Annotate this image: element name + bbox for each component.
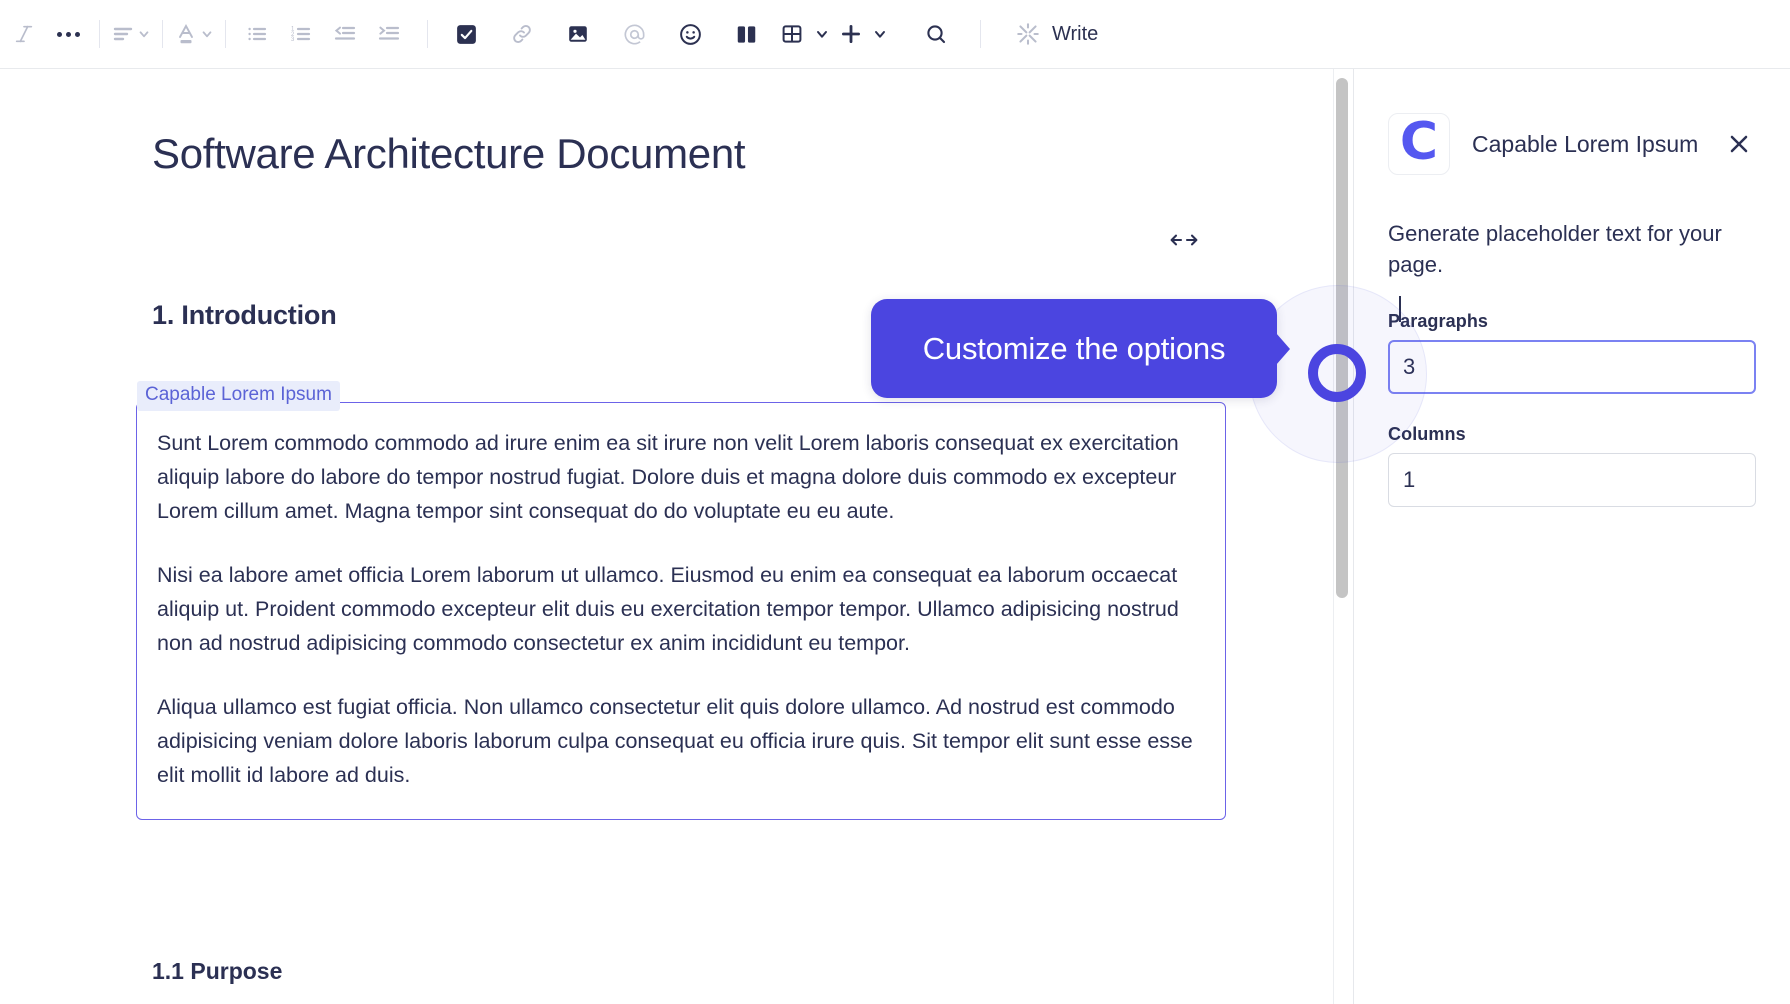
toolbar-divider: [980, 20, 981, 48]
coach-mark-target-ring: [1308, 344, 1366, 402]
text-style-icon[interactable]: [2, 12, 46, 56]
columns-input[interactable]: [1388, 453, 1756, 507]
close-icon[interactable]: [1722, 127, 1756, 161]
toolbar-group-text: [2, 12, 90, 56]
numbered-list-icon[interactable]: 1 2 3: [279, 12, 323, 56]
paragraphs-input[interactable]: [1388, 340, 1756, 394]
panel-description: Generate placeholder text for your page.: [1388, 219, 1756, 281]
toolbar-divider: [427, 20, 428, 48]
resize-horizontal-icon[interactable]: [1169, 230, 1199, 255]
mention-icon[interactable]: [612, 12, 656, 56]
toolbar-group-insert: [444, 12, 958, 56]
chevron-down-icon: [200, 27, 214, 41]
toolbar-divider: [99, 20, 100, 48]
more-options-icon[interactable]: [46, 12, 90, 56]
image-icon[interactable]: [556, 12, 600, 56]
toolbar-group-color: [172, 12, 216, 56]
chevron-down-icon: [814, 26, 830, 42]
paragraphs-field-group: Paragraphs: [1388, 311, 1756, 394]
svg-text:3: 3: [291, 37, 295, 43]
link-icon[interactable]: [500, 12, 544, 56]
embed-paragraph: Nisi ea labore amet officia Lorem laboru…: [157, 559, 1203, 661]
insert-plus-icon[interactable]: [838, 12, 888, 56]
layout-columns-icon[interactable]: [724, 12, 768, 56]
checkbox-icon[interactable]: [444, 12, 488, 56]
document-canvas: Software Architecture Document 1. Introd…: [0, 69, 1352, 1004]
text-caret: [1399, 296, 1401, 322]
coach-mark-tooltip[interactable]: Customize the options: [871, 299, 1277, 398]
toolbar-divider: [225, 20, 226, 48]
bulleted-list-icon[interactable]: [235, 12, 279, 56]
chevron-down-icon: [137, 27, 151, 41]
panel-title: Capable Lorem Ipsum: [1472, 131, 1714, 158]
embedded-lorem-ipsum-block[interactable]: Sunt Lorem commodo commodo ad irure enim…: [136, 402, 1226, 820]
document-scrollbar-thumb[interactable]: [1336, 78, 1348, 598]
embed-paragraph: Sunt Lorem commodo commodo ad irure enim…: [157, 427, 1203, 529]
search-icon[interactable]: [914, 12, 958, 56]
embed-paragraph: Aliqua ullamco est fugiat officia. Non u…: [157, 691, 1203, 793]
editor-window: 1 2 3: [0, 0, 1790, 1004]
ai-sparkle-icon: [1015, 21, 1041, 47]
table-icon[interactable]: [780, 12, 830, 56]
page-title[interactable]: Software Architecture Document: [152, 129, 1352, 179]
heading-purpose[interactable]: 1.1 Purpose: [152, 958, 282, 985]
coach-mark-message: Customize the options: [923, 331, 1226, 367]
emoji-icon[interactable]: [668, 12, 712, 56]
columns-field-group: Columns: [1388, 424, 1756, 507]
indent-icon[interactable]: [367, 12, 411, 56]
chevron-down-icon: [872, 26, 888, 42]
toolbar-group-lists: 1 2 3: [235, 12, 411, 56]
columns-label: Columns: [1388, 424, 1756, 445]
outdent-icon[interactable]: [323, 12, 367, 56]
heading-introduction[interactable]: 1. Introduction: [152, 300, 336, 331]
embed-app-tag[interactable]: Capable Lorem Ipsum: [137, 381, 340, 411]
write-ai-button[interactable]: Write: [1003, 12, 1110, 56]
write-label: Write: [1052, 23, 1098, 46]
app-side-panel: C Capable Lorem Ipsum Generate placehold…: [1354, 69, 1790, 1004]
capable-lorem-ipsum-logo-icon: C: [1388, 113, 1450, 175]
align-left-icon[interactable]: [109, 12, 153, 56]
logo-letter: C: [1400, 116, 1438, 168]
editor-toolbar: 1 2 3: [0, 0, 1790, 69]
paragraphs-label: Paragraphs: [1388, 311, 1756, 332]
toolbar-group-align: [109, 12, 153, 56]
toolbar-divider: [162, 20, 163, 48]
document-body: Software Architecture Document 1. Introd…: [0, 69, 1352, 179]
text-color-icon[interactable]: [172, 12, 216, 56]
panel-header: C Capable Lorem Ipsum: [1388, 113, 1756, 175]
